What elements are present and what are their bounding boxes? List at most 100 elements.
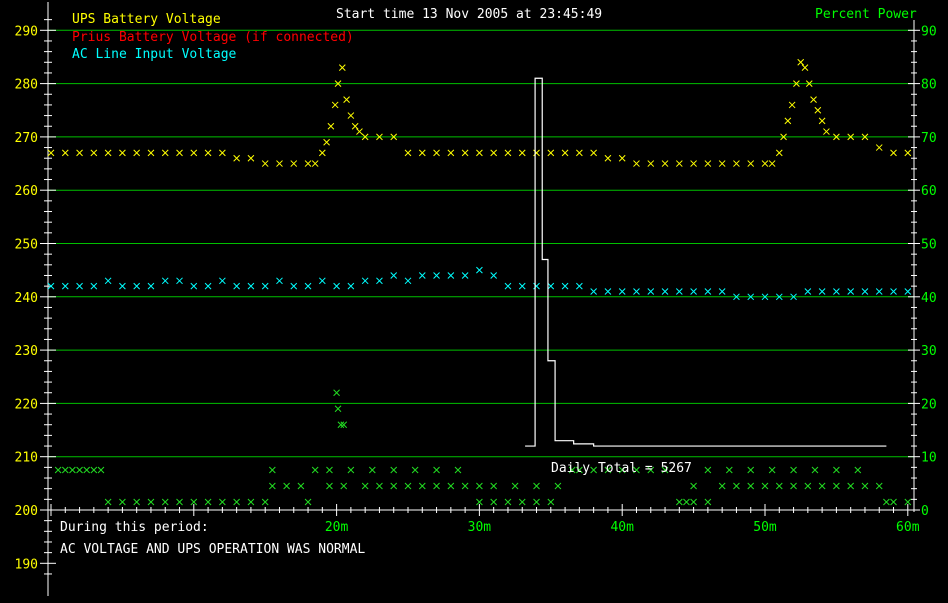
x-tick-label: 50m	[753, 520, 777, 535]
series-3-point	[768, 466, 776, 474]
series-1-point	[90, 282, 98, 290]
series-1-point	[261, 282, 269, 290]
series-3-point	[875, 482, 883, 490]
series-0-point	[261, 160, 269, 167]
series-1-point	[618, 288, 626, 295]
series-3-point	[747, 466, 755, 474]
series-3-point	[775, 482, 783, 490]
series-1-point	[390, 272, 398, 279]
series-3-point	[90, 466, 98, 474]
series-3-point	[119, 498, 126, 506]
series-0-point	[797, 58, 805, 66]
series-1-point	[904, 288, 912, 295]
series-0-point	[718, 160, 726, 167]
series-3-point	[97, 466, 105, 474]
series-3-point	[376, 482, 383, 490]
legend-entry-ac: AC Line Input Voltage	[72, 47, 237, 62]
series-0-point	[161, 149, 169, 157]
series-3-point	[204, 498, 212, 506]
series-1-point	[647, 288, 655, 295]
series-0-point	[104, 149, 112, 157]
series-3-point	[326, 466, 333, 474]
series-0-point	[604, 154, 612, 162]
series-3-point	[747, 482, 755, 490]
x-tick-label: 20m	[325, 520, 349, 535]
series-1-point	[318, 277, 326, 285]
series-1-point	[861, 288, 869, 295]
series-0-point	[690, 160, 697, 167]
series-1-point	[404, 277, 412, 285]
series-3-point	[861, 482, 869, 490]
series-0-point	[775, 149, 783, 157]
series-0-point	[90, 149, 98, 157]
series-3-point	[804, 482, 812, 490]
series-1-point	[704, 288, 712, 295]
series-3-point	[340, 482, 348, 490]
right-tick-label: 60	[921, 184, 937, 199]
series-1-point	[561, 282, 569, 290]
series-1-point	[376, 277, 383, 285]
axes: 2902802702602502402302202102001909080706…	[15, 2, 937, 596]
series-1-point	[804, 288, 812, 295]
right-tick-label: 80	[921, 78, 937, 93]
series-3-point	[133, 498, 141, 506]
series-3-point	[733, 482, 740, 490]
series-0-point	[338, 64, 346, 71]
series-3-point	[233, 498, 240, 506]
series-3-point	[418, 482, 426, 490]
series-3-point	[433, 482, 440, 490]
series-0-point	[875, 144, 883, 151]
series-3-point	[818, 482, 826, 490]
series-0-point	[276, 160, 283, 167]
series-1-point	[233, 282, 240, 290]
start-time-label: Start time 13 Nov 2005 at 23:45:49	[336, 7, 602, 22]
series-0-point	[533, 149, 540, 157]
series-0-point	[304, 160, 312, 167]
series-1-point	[219, 277, 226, 285]
series-3-point	[390, 482, 398, 490]
series-0-point	[904, 149, 912, 157]
series-0-point	[768, 160, 776, 167]
series-3-point	[361, 482, 369, 490]
series-1-point	[133, 282, 141, 290]
series-3-point	[147, 498, 155, 506]
series-3-point	[690, 482, 697, 490]
right-tick-label: 40	[921, 291, 937, 306]
series-3-point	[690, 498, 697, 506]
series-1-point	[347, 282, 355, 290]
legend-entry-prius: Prius Battery Voltage (if connected)	[72, 30, 354, 45]
series-0-point	[119, 149, 126, 157]
series-3-point	[511, 482, 519, 490]
series-1-point	[119, 282, 126, 290]
series-0-point	[318, 149, 326, 157]
series-0-point	[147, 149, 155, 157]
legend: UPS Battery Voltage Prius Battery Voltag…	[72, 12, 354, 62]
series-0-point	[504, 149, 512, 157]
series-3-point	[476, 482, 483, 490]
series-1-point	[604, 288, 612, 295]
status-line-1: During this period:	[60, 520, 209, 535]
series-3-point	[61, 466, 69, 474]
series-3-point	[704, 498, 712, 506]
series-0-point	[490, 149, 498, 157]
series-0-point	[133, 149, 141, 157]
left-tick-label: 290	[15, 24, 38, 39]
series-1-point	[161, 277, 169, 285]
series-1-point	[418, 272, 426, 279]
series-0-point	[233, 154, 240, 162]
series-0-point	[204, 149, 212, 157]
series-0-point	[704, 160, 712, 167]
series-0-point	[190, 149, 198, 157]
series-0-point	[801, 64, 809, 71]
right-tick-label: 0	[921, 504, 929, 519]
series-3-point	[811, 466, 819, 474]
right-tick-label: 20	[921, 397, 937, 412]
series-1-point	[333, 282, 340, 290]
series-1-point	[361, 277, 369, 285]
series-0-point	[47, 149, 55, 157]
ups-monitor-chart: 290 280 270 260 250 240 230 220 210 200 190 90 80 70 6…	[0, 0, 948, 598]
series-1-point	[247, 282, 255, 290]
series-1-point	[547, 282, 555, 290]
series-3-point	[490, 498, 498, 506]
left-tick-label: 250	[15, 238, 38, 253]
